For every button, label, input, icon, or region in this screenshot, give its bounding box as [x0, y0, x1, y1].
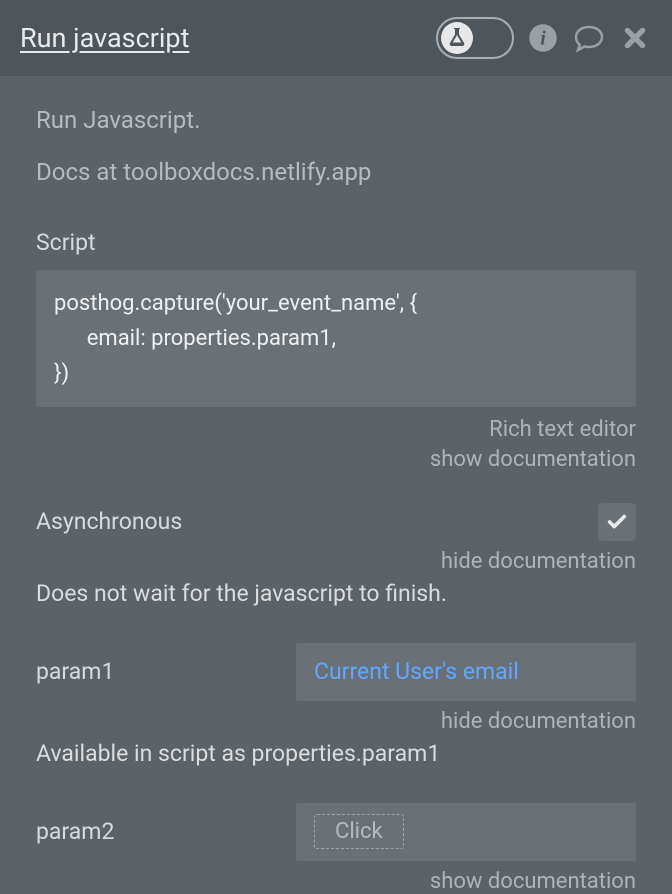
async-row: Asynchronous	[36, 503, 636, 541]
param2-label: param2	[36, 818, 276, 845]
modal-body: Run Javascript. Docs at toolboxdocs.netl…	[0, 76, 672, 894]
script-label: Script	[36, 229, 636, 256]
param2-row: param2 Click	[36, 803, 636, 861]
script-editor[interactable]: posthog.capture('your_event_name', { ema…	[36, 270, 636, 408]
experimental-toggle[interactable]	[436, 17, 514, 59]
param1-label: param1	[36, 658, 276, 685]
param1-value[interactable]: Current User's email	[296, 643, 636, 701]
async-checkbox[interactable]	[598, 503, 636, 541]
flask-icon	[441, 22, 473, 54]
check-icon	[606, 511, 628, 533]
async-doc-text: Does not wait for the javascript to fini…	[36, 580, 636, 607]
rich-text-editor-link[interactable]: Rich text editor	[36, 415, 636, 445]
description-line-2: Docs at toolboxdocs.netlify.app	[36, 156, 636, 188]
param2-placeholder: Click	[314, 814, 404, 849]
param1-doc-link[interactable]: hide documentation	[36, 709, 636, 734]
param1-row: param1 Current User's email	[36, 643, 636, 701]
modal-header: Run javascript i	[0, 0, 672, 76]
close-icon[interactable]	[618, 21, 652, 55]
info-icon[interactable]: i	[526, 21, 560, 55]
async-label: Asynchronous	[36, 508, 598, 535]
param2-value[interactable]: Click	[296, 803, 636, 861]
description-line-1: Run Javascript.	[36, 104, 636, 136]
async-doc-link[interactable]: hide documentation	[36, 549, 636, 574]
script-show-doc-link[interactable]: show documentation	[36, 445, 636, 475]
svg-text:i: i	[540, 27, 546, 49]
param2-doc-link[interactable]: show documentation	[36, 869, 636, 894]
modal-title[interactable]: Run javascript	[20, 22, 424, 54]
script-links: Rich text editor show documentation	[36, 415, 636, 474]
param1-doc-text: Available in script as properties.param1	[36, 740, 636, 767]
comment-icon[interactable]	[572, 21, 606, 55]
